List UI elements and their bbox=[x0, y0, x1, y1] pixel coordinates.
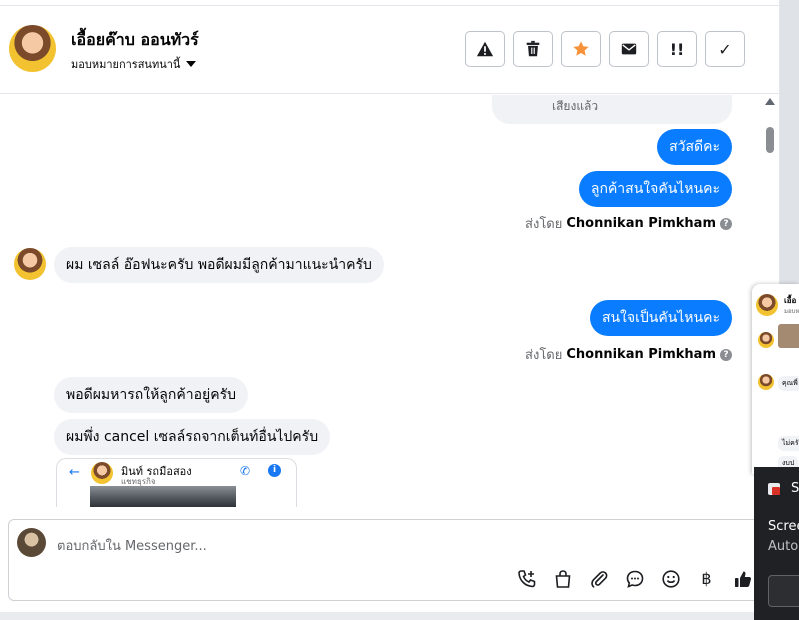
toast-app-name: S bbox=[791, 481, 799, 496]
mark-done-button[interactable]: ✓ bbox=[705, 31, 745, 67]
conversation-header: เอื้อยค๊าบ ออนทัวร์ มอบหมายการสนทนานี้ !… bbox=[0, 6, 780, 94]
sent-by-prefix: ส่งโดย bbox=[525, 348, 563, 363]
floating-chat-avatar-small bbox=[758, 374, 774, 390]
bottom-strip bbox=[0, 612, 754, 620]
warning-icon bbox=[476, 41, 494, 57]
outgoing-message[interactable]: สนใจเป็นคันไหนคะ bbox=[589, 300, 732, 336]
outgoing-message[interactable]: ลูกค้าสนใจคันไหนคะ bbox=[578, 171, 732, 207]
baht-icon[interactable]: ฿ bbox=[695, 567, 718, 590]
thumbs-up-icon[interactable] bbox=[731, 567, 754, 590]
incoming-message[interactable]: ผม เซลล์ อ๊อฟนะครับ พอดีผมมีลูกค้ามาแนะน… bbox=[54, 247, 384, 283]
incoming-message[interactable]: พอดีผมหารถให้ลูกค้าอยู่ครับ bbox=[54, 377, 248, 413]
page-avatar bbox=[17, 528, 46, 557]
floating-chat-avatar bbox=[756, 294, 778, 316]
phone-icon: ✆ bbox=[240, 464, 251, 478]
floating-chat-message: ไม่ครั bbox=[778, 436, 799, 451]
reply-composer: ตอบกลับใน Messenger... ฿ bbox=[8, 519, 780, 601]
smiley-icon[interactable] bbox=[659, 567, 682, 590]
sent-by-prefix: ส่งโดย bbox=[525, 217, 563, 232]
floating-chat-message: คุณพี่ bbox=[778, 376, 799, 391]
shopping-bag-icon[interactable] bbox=[551, 567, 574, 590]
report-spam-button[interactable] bbox=[465, 31, 505, 67]
image-attachment[interactable]: ← มินท์ รถมือสอง แชทธุรกิจ ✆ i bbox=[56, 458, 297, 507]
paperclip-icon[interactable] bbox=[587, 567, 610, 590]
conversation-panel: เอื้อยค๊าบ ออนทัวร์ มอบหมายการสนทนานี้ !… bbox=[0, 0, 780, 612]
contact-avatar[interactable] bbox=[9, 25, 56, 72]
info-icon: i bbox=[268, 464, 281, 477]
header-actions: !! ✓ bbox=[465, 31, 745, 67]
back-arrow-icon: ← bbox=[69, 465, 80, 480]
message-thread[interactable]: เสียงแล้ว สวัสดีคะ ลูกค้าสนใจคันไหนคะ ส่… bbox=[0, 95, 762, 507]
floating-chat-image bbox=[778, 324, 799, 348]
check-icon: ✓ bbox=[718, 39, 732, 59]
trash-icon bbox=[526, 40, 540, 57]
contact-avatar-small[interactable] bbox=[14, 248, 46, 280]
reply-input[interactable]: ตอบกลับใน Messenger... bbox=[57, 535, 207, 556]
floating-chat-subtitle: มอบห bbox=[784, 308, 799, 315]
floating-chat-window[interactable]: เอื้อ มอบห คุณพี่ ไม่ครั งบป bbox=[752, 284, 799, 474]
assign-conversation-dropdown[interactable]: มอบหมายการสนทนานี้ bbox=[71, 55, 197, 73]
app-window: เอื้อยค๊าบ ออนทัวร์ มอบหมายการสนทนานี้ !… bbox=[0, 0, 799, 620]
incoming-message[interactable]: ผมพึ่ง cancel เซลล์รถจากเต็นท์อื่นไปครับ bbox=[54, 419, 331, 455]
toast-title: Scree bbox=[768, 519, 799, 534]
scroll-up-arrow-icon[interactable] bbox=[765, 98, 775, 105]
star-icon bbox=[573, 41, 589, 56]
attachment-photo bbox=[90, 486, 236, 507]
toast-body: Auto bbox=[768, 539, 799, 554]
notification-toast[interactable]: S Scree Auto bbox=[754, 467, 799, 620]
composer-toolbar: ฿ bbox=[515, 567, 754, 590]
sent-by-label: ส่งโดย Chonnikan Pimkham ? bbox=[525, 344, 732, 365]
attachment-avatar bbox=[91, 462, 113, 484]
message-bubble-partial: เสียงแล้ว bbox=[492, 95, 732, 124]
sent-by-label: ส่งโดย Chonnikan Pimkham ? bbox=[525, 213, 732, 234]
outgoing-message[interactable]: สวัสดีคะ bbox=[657, 129, 732, 165]
floating-chat-avatar-small bbox=[758, 332, 774, 348]
partial-message-text: เสียงแล้ว bbox=[552, 99, 599, 113]
priority-icon: !! bbox=[669, 39, 685, 59]
toast-action-button[interactable] bbox=[768, 575, 799, 607]
delete-button[interactable] bbox=[513, 31, 553, 67]
scroll-thumb[interactable] bbox=[766, 127, 774, 153]
help-icon[interactable]: ? bbox=[720, 348, 732, 361]
contact-name[interactable]: เอื้อยค๊าบ ออนทัวร์ bbox=[71, 28, 199, 53]
star-button[interactable] bbox=[561, 31, 601, 67]
envelope-icon bbox=[621, 43, 637, 55]
help-icon[interactable]: ? bbox=[720, 217, 732, 230]
mark-priority-button[interactable]: !! bbox=[657, 31, 697, 67]
call-add-icon[interactable] bbox=[515, 567, 538, 590]
screenshot-app-icon-badge bbox=[772, 487, 780, 495]
assign-label: มอบหมายการสนทนานี้ bbox=[71, 58, 181, 71]
chat-bubble-icon[interactable] bbox=[623, 567, 646, 590]
caret-down-icon bbox=[186, 61, 197, 67]
sender-name: Chonnikan Pimkham bbox=[566, 347, 716, 362]
mark-unread-button[interactable] bbox=[609, 31, 649, 67]
sender-name: Chonnikan Pimkham bbox=[566, 216, 716, 231]
